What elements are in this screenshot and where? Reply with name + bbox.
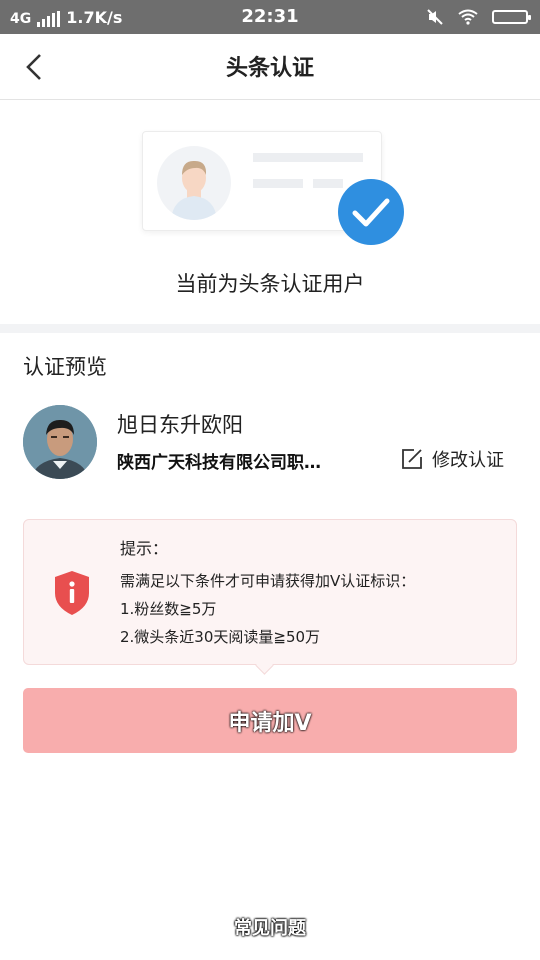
mute-icon xyxy=(427,9,443,25)
wifi-icon xyxy=(458,9,478,25)
hero-section: 当前为头条认证用户 xyxy=(0,100,540,324)
user-company: 陕西广天科技有限公司职… xyxy=(117,453,321,473)
user-name: 旭日东升欧阳 xyxy=(117,413,243,437)
status-right xyxy=(426,8,531,26)
tip-line: 1.粉丝数≧5万 xyxy=(120,600,217,618)
avatar xyxy=(23,405,97,479)
edit-icon xyxy=(402,449,422,469)
check-circle-icon xyxy=(338,179,404,245)
nav-bar: 头条认证 xyxy=(0,34,540,100)
tip-title: 提示： xyxy=(120,539,169,558)
card-line xyxy=(253,179,303,188)
verification-status-text: 当前为头条认证用户 xyxy=(175,272,365,296)
edit-verification-label: 修改认证 xyxy=(432,450,504,471)
card-line xyxy=(253,153,363,162)
tip-box: 提示： 需满足以下条件才可申请获得加V认证标识： 1.粉丝数≧5万 2.微头条近… xyxy=(23,519,517,665)
section-divider xyxy=(0,324,540,333)
tip-line: 2.微头条近30天阅读量≧50万 xyxy=(120,628,321,646)
battery-icon xyxy=(492,10,531,24)
person-illustration-icon xyxy=(157,146,231,220)
tip-line: 需满足以下条件才可申请获得加V认证标识： xyxy=(120,572,416,590)
shield-info-icon xyxy=(55,571,89,615)
page-title: 头条认证 xyxy=(225,56,314,81)
apply-v-button[interactable]: 申请加V xyxy=(23,688,517,753)
edit-verification-button[interactable]: 修改认证 xyxy=(400,446,504,472)
section-title-preview: 认证预览 xyxy=(23,355,107,379)
status-bar: 4G 1.7K/s 22:31 xyxy=(0,0,540,34)
faq-link[interactable]: 常见问题 xyxy=(0,914,540,940)
